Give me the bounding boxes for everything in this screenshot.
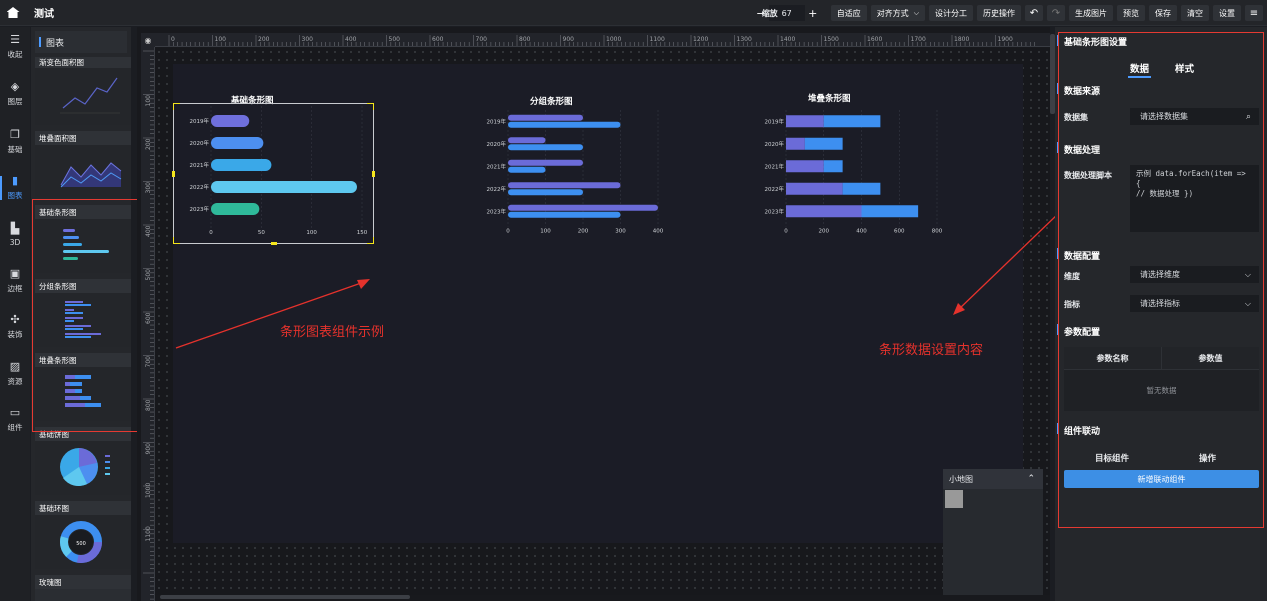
annotation-data-settings: 条形数据设置内容 xyxy=(879,343,984,358)
arrow-line xyxy=(957,211,1061,311)
annotation-chart-example: 条形图表组件示例 xyxy=(280,325,385,340)
arrow-head xyxy=(357,279,370,289)
highlight-box-settings xyxy=(1058,32,1264,528)
horizontal-scrollbar[interactable] xyxy=(160,595,410,599)
minimap-title: 小地图 xyxy=(949,474,973,484)
minimap-viewport[interactable] xyxy=(945,490,963,508)
minimap[interactable]: 小地图 ⌃ xyxy=(943,469,1043,595)
minimap-header[interactable]: 小地图 ⌃ xyxy=(943,469,1043,489)
chevron-up-icon[interactable]: ⌃ xyxy=(1027,474,1035,484)
